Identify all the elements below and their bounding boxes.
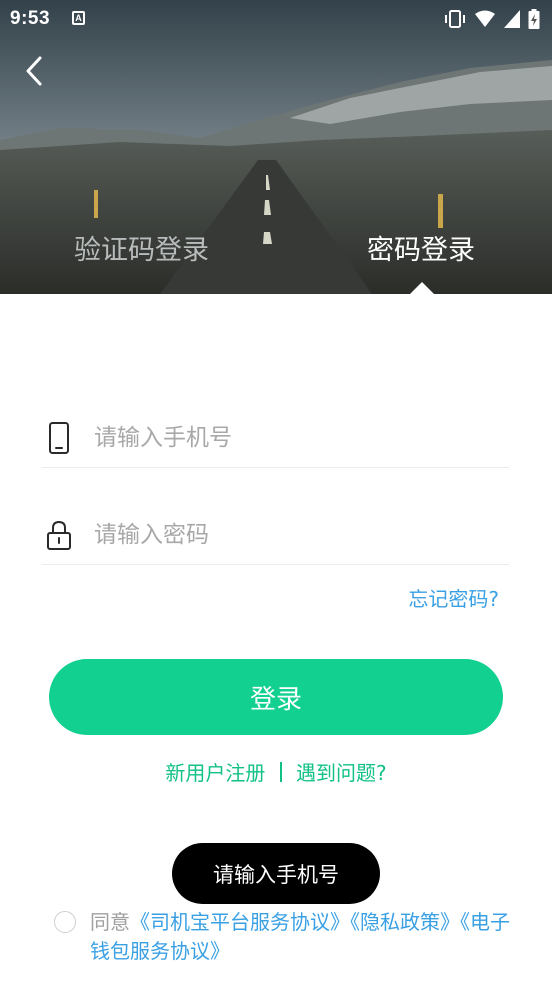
status-time: 9:53 <box>10 8 51 29</box>
lock-icon <box>47 520 71 550</box>
phone-field <box>42 408 509 468</box>
login-button[interactable]: 登录 <box>49 659 503 735</box>
tab-sms-login[interactable]: 验证码登录 <box>74 228 209 267</box>
back-button[interactable] <box>20 54 50 88</box>
tab-password-login[interactable]: 密码登录 <box>367 228 475 267</box>
notification-a-icon: A <box>72 11 85 25</box>
active-tab-indicator <box>410 282 434 294</box>
agreement-text: 同意《司机宝平台服务协议》《隐私政策》《电子钱包服务协议》 <box>90 908 524 966</box>
register-link[interactable]: 新用户注册 <box>165 757 265 786</box>
password-field <box>42 505 509 565</box>
status-icons <box>444 8 540 30</box>
battery-icon <box>528 9 540 29</box>
phone-icon <box>49 422 69 454</box>
problem-link[interactable]: 遇到问题? <box>296 757 387 786</box>
link-divider <box>279 761 282 782</box>
toast-message: 请输入手机号 <box>172 843 380 904</box>
header-banner: 9:53 A 验证码登录 密码登录 <box>0 0 552 294</box>
wifi-icon <box>475 10 495 27</box>
vibrate-icon <box>445 10 465 28</box>
service-agreement-link[interactable]: 《司机宝平台服务协议》 <box>130 910 350 934</box>
help-links: 新用户注册 遇到问题? <box>0 757 552 786</box>
agreement-checkbox[interactable] <box>54 911 76 933</box>
agreement-prefix: 同意 <box>90 910 130 934</box>
forgot-password-link[interactable]: 忘记密码? <box>408 583 499 612</box>
signal-icon <box>504 10 520 28</box>
chevron-left-icon <box>26 56 42 86</box>
privacy-policy-link[interactable]: 《隐私政策》 <box>350 910 460 934</box>
password-input[interactable] <box>94 513 494 557</box>
phone-input[interactable] <box>94 416 494 460</box>
status-bar: 9:53 A <box>0 0 552 36</box>
